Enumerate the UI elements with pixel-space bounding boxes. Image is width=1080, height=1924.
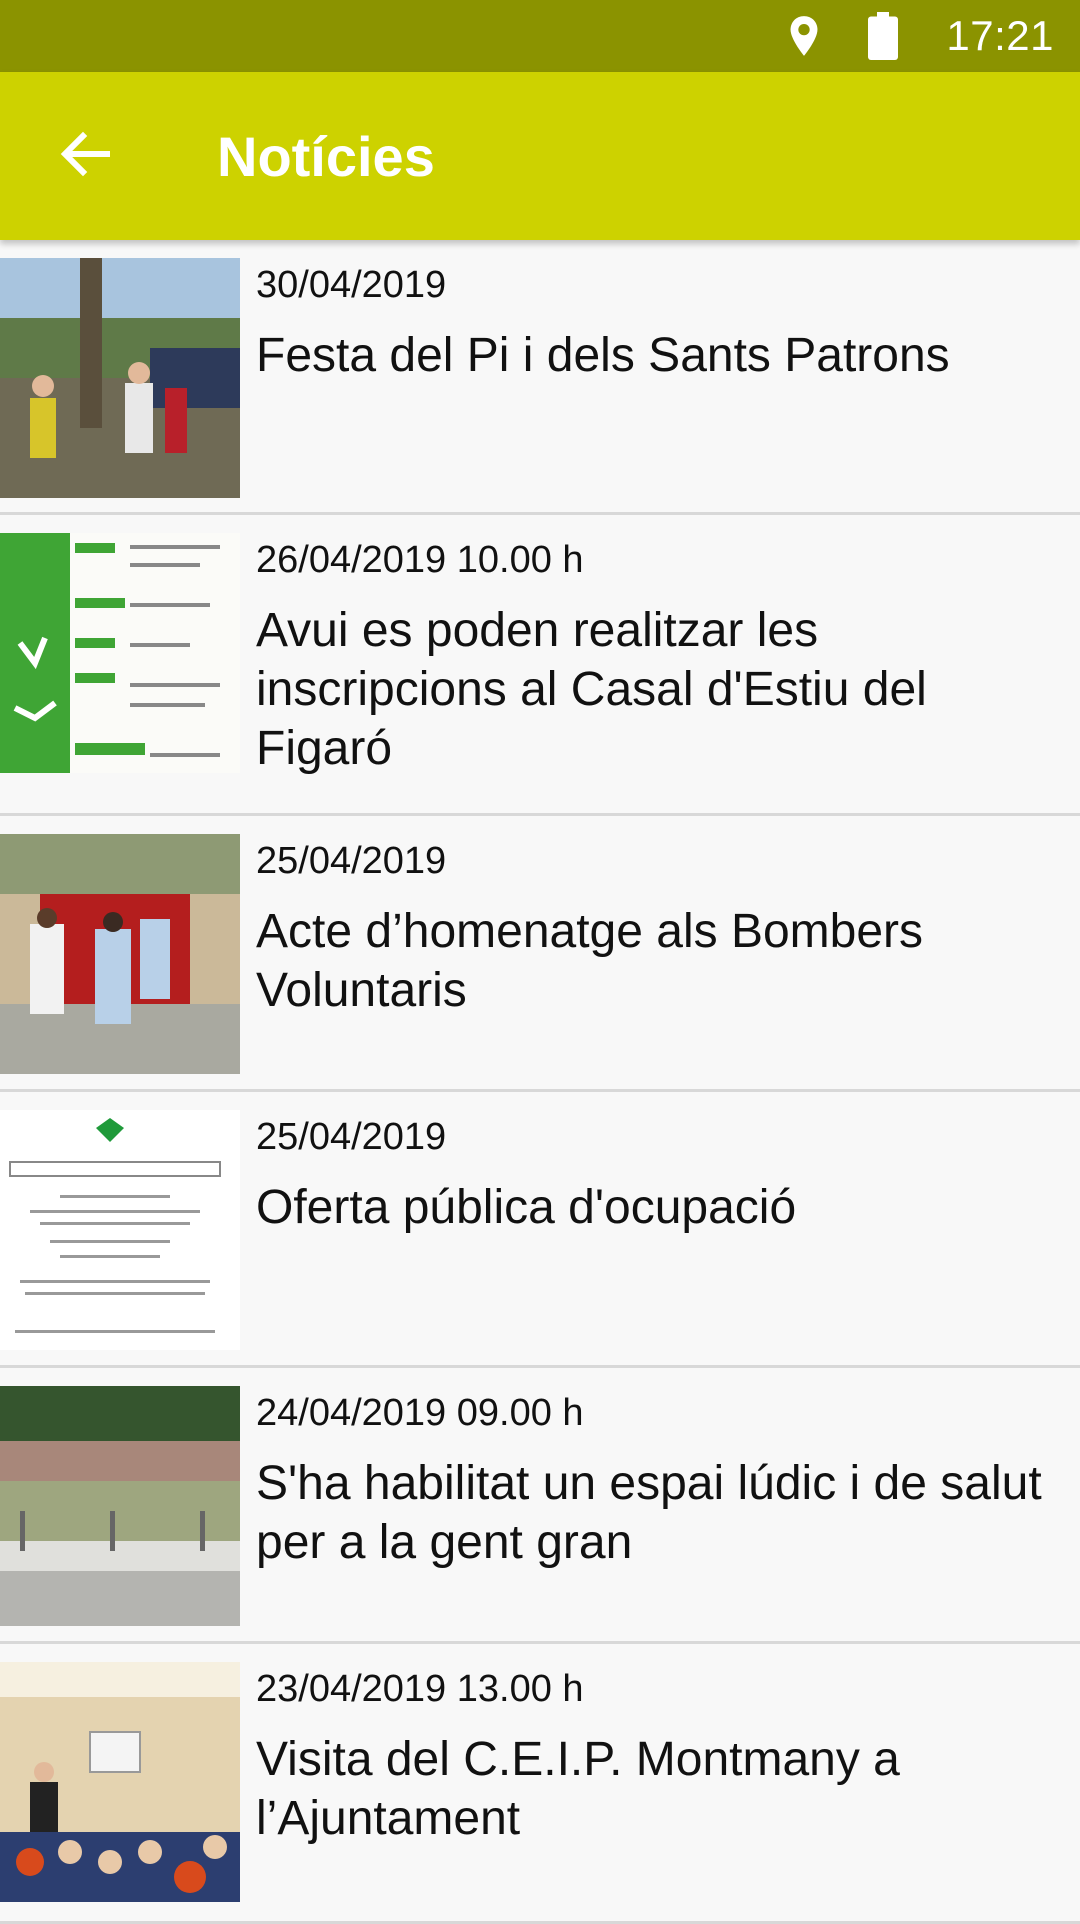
news-title: Visita del C.E.I.P. Montmany a l’Ajuntam…: [256, 1733, 900, 1845]
location-icon: [784, 14, 824, 58]
back-button[interactable]: [30, 101, 140, 211]
status-bar: 17:21: [0, 0, 1080, 72]
news-thumbnail: [0, 834, 240, 1074]
status-time: 17:21: [946, 12, 1054, 59]
news-item[interactable]: 25/04/2019 Oferta pública d'ocupació: [0, 1092, 1080, 1368]
news-thumbnail: [0, 1110, 240, 1350]
news-thumbnail: [0, 258, 240, 498]
news-title: Festa del Pi i dels Sants Patrons: [256, 329, 950, 382]
news-thumbnail: [0, 1386, 240, 1626]
news-item[interactable]: 30/04/2019 Festa del Pi i dels Sants Pat…: [0, 240, 1080, 515]
news-date: 23/04/2019 13.00 h: [256, 1668, 584, 1710]
news-date: 25/04/2019: [256, 1116, 447, 1158]
news-item[interactable]: 25/04/2019 Acte d’homenatge als Bombers …: [0, 816, 1080, 1092]
news-date: 24/04/2019 09.00 h: [256, 1392, 584, 1434]
battery-icon: [866, 12, 900, 60]
news-date: 26/04/2019 10.00 h: [256, 539, 584, 581]
news-date: 25/04/2019: [256, 840, 447, 882]
news-title: Avui es poden realitzar les inscripcions…: [256, 604, 927, 775]
news-thumbnail: [0, 1662, 240, 1902]
app-bar: Notícies: [0, 72, 1080, 240]
news-title: S'ha habilitat un espai lúdic i de salut…: [256, 1457, 1042, 1569]
news-item[interactable]: 23/04/2019 13.00 h Visita del C.E.I.P. M…: [0, 1644, 1080, 1924]
page-title: Notícies: [217, 124, 435, 188]
news-item[interactable]: 26/04/2019 10.00 h Avui es poden realitz…: [0, 515, 1080, 816]
arrow-left-icon: [59, 130, 111, 183]
news-thumbnail: [0, 533, 240, 773]
news-title: Oferta pública d'ocupació: [256, 1181, 797, 1234]
news-item[interactable]: 24/04/2019 09.00 h S'ha habilitat un esp…: [0, 1368, 1080, 1644]
news-title: Acte d’homenatge als Bombers Voluntaris: [256, 905, 924, 1017]
news-list: 30/04/2019 Festa del Pi i dels Sants Pat…: [0, 240, 1080, 1924]
news-date: 30/04/2019: [256, 264, 447, 306]
